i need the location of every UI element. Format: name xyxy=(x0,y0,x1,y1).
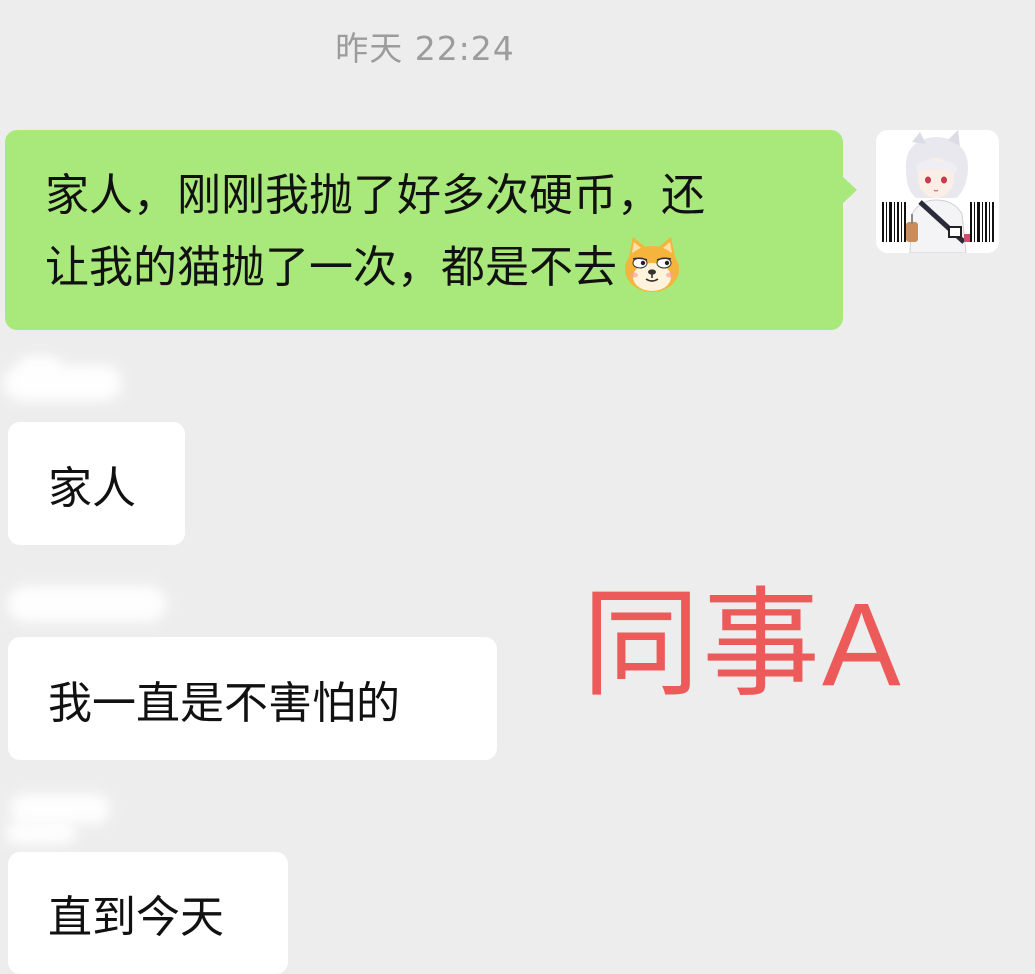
outgoing-message-line-1: 家人，刚刚我抛了好多次硬币，还 xyxy=(45,170,705,221)
incoming-message-text: 直到今天 xyxy=(48,892,224,943)
sender-name-blurred-secondary xyxy=(20,356,60,376)
anime-character-avatar-icon xyxy=(876,130,999,253)
incoming-message-bubble[interactable]: 直到今天 xyxy=(8,852,288,974)
incoming-message-bubble[interactable]: 家人 xyxy=(8,422,185,545)
sender-name-blurred xyxy=(8,586,166,622)
doge-cat-emoji-icon xyxy=(621,233,683,295)
outgoing-message-bubble[interactable]: 家人，刚刚我抛了好多次硬币，还 让我的猫抛了一次，都是不去 xyxy=(5,130,857,330)
outgoing-message-line-2-text: 让我的猫抛了一次，都是不去 xyxy=(45,242,617,293)
sender-name-blurred xyxy=(10,794,110,824)
incoming-message-bubble[interactable]: 我一直是不害怕的 xyxy=(8,637,497,760)
sender-name-blurred-secondary xyxy=(6,822,76,844)
chat-timestamp: 昨天 22:24 xyxy=(335,29,515,68)
outgoing-message-line-2: 让我的猫抛了一次，都是不去 xyxy=(45,232,823,304)
incoming-message-text: 我一直是不害怕的 xyxy=(48,677,400,729)
incoming-message-text: 家人 xyxy=(48,462,136,514)
annotation-label: 同事A xyxy=(582,579,903,711)
user-avatar[interactable] xyxy=(876,130,999,253)
